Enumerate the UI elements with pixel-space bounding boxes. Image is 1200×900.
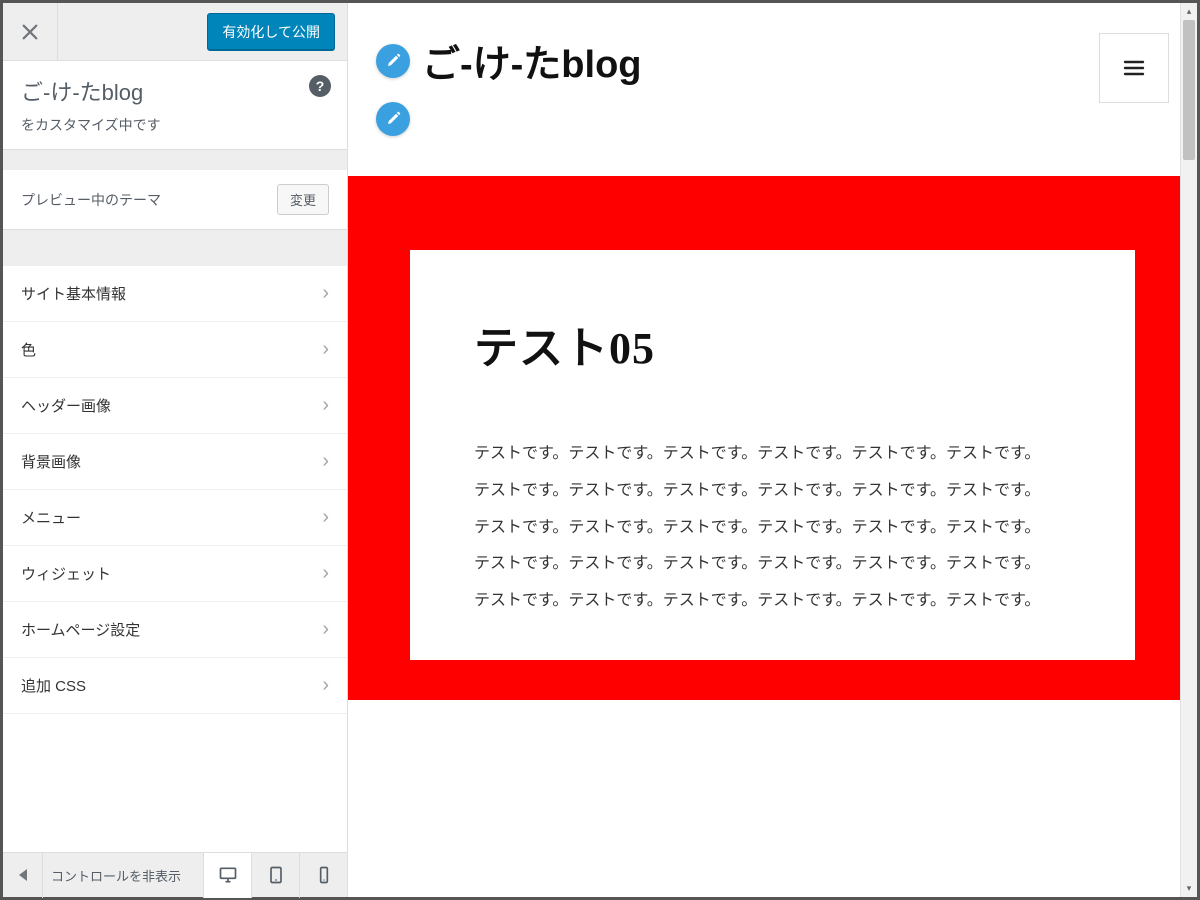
hamburger-icon (1122, 56, 1146, 80)
close-icon (21, 23, 39, 41)
panel-label: 追加 CSS (21, 675, 86, 696)
panel-colors[interactable]: 色 › (3, 322, 347, 378)
chevron-right-icon: › (322, 338, 329, 361)
scroll-up-icon: ▴ (1181, 3, 1197, 20)
blog-title[interactable]: ご-け-たblog (422, 33, 642, 88)
panel-background-image[interactable]: 背景画像 › (3, 434, 347, 490)
help-icon: ? (316, 78, 325, 94)
scroll-down-icon: ▾ (1181, 880, 1197, 897)
chevron-left-icon (19, 869, 27, 881)
device-mobile-button[interactable] (299, 853, 347, 898)
chevron-right-icon: › (322, 506, 329, 529)
sidebar-footer: コントロールを非表示 (3, 852, 347, 897)
edit-shortcut-title[interactable] (376, 44, 410, 78)
hamburger-menu-button[interactable] (1099, 33, 1169, 103)
panel-list: サイト基本情報 › 色 › ヘッダー画像 › 背景画像 › メニュー › ウィジ… (3, 265, 347, 852)
chevron-right-icon: › (322, 618, 329, 641)
scrollbar-thumb[interactable] (1183, 20, 1195, 160)
post-paragraph-line: テストです。テストです。テストです。テストです。テストです。テストです。 (474, 583, 1071, 620)
post-paragraph-line: テストです。テストです。テストです。テストです。テストです。テストです。 (474, 473, 1071, 510)
device-preview-buttons (203, 853, 347, 898)
site-title-row: ご-け-たblog (376, 33, 642, 88)
device-tablet-button[interactable] (251, 853, 299, 898)
panel-additional-css[interactable]: 追加 CSS › (3, 658, 347, 714)
customizer-sidebar: 有効化して公開 ご-け-たblog をカスタマイズ中です ? プレビュー中のテー… (3, 3, 348, 897)
preview-content: ご-け-たblog テスト05 テストです。テストです。テストです。テストです。… (348, 3, 1197, 897)
pencil-icon (385, 111, 401, 127)
post-paragraph-line: テストです。テストです。テストです。テストです。テストです。テストです。 (474, 510, 1071, 547)
chevron-right-icon: › (322, 282, 329, 305)
app-root: 有効化して公開 ご-け-たblog をカスタマイズ中です ? プレビュー中のテー… (0, 0, 1200, 900)
change-theme-button[interactable]: 変更 (277, 184, 329, 215)
post-body: テストです。テストです。テストです。テストです。テストです。テストです。 テスト… (474, 436, 1071, 620)
sidebar-top-bar: 有効化して公開 (3, 3, 347, 61)
site-header: ご-け-たblog (348, 3, 1197, 176)
post-title: テスト05 (474, 312, 1071, 376)
pencil-icon (385, 53, 401, 69)
help-button[interactable]: ? (309, 75, 331, 97)
collapse-sidebar-button[interactable] (3, 853, 43, 898)
preview-scrollbar[interactable]: ▴ ▾ (1180, 3, 1197, 897)
header-left: ご-け-たblog (376, 33, 642, 136)
mobile-icon (314, 865, 334, 885)
publish-button[interactable]: 有効化して公開 (207, 13, 335, 51)
customizing-label: をカスタマイズ中です (21, 115, 329, 135)
post-paragraph-line: テストです。テストです。テストです。テストです。テストです。テストです。 (474, 546, 1071, 583)
panel-label: サイト基本情報 (21, 283, 126, 304)
theme-row: プレビュー中のテーマ 変更 (3, 170, 347, 230)
chevron-right-icon: › (322, 394, 329, 417)
tablet-icon (266, 865, 286, 885)
content-background: テスト05 テストです。テストです。テストです。テストです。テストです。テストで… (348, 176, 1197, 700)
theme-preview-label: プレビュー中のテーマ (21, 190, 161, 210)
close-button[interactable] (3, 3, 58, 61)
panel-site-identity[interactable]: サイト基本情報 › (3, 265, 347, 322)
panel-label: 色 (21, 339, 36, 360)
post-paragraph-line: テストです。テストです。テストです。テストです。テストです。テストです。 (474, 436, 1071, 473)
panel-label: メニュー (21, 507, 81, 528)
chevron-right-icon: › (322, 562, 329, 585)
panel-header-image[interactable]: ヘッダー画像 › (3, 378, 347, 434)
edit-shortcut-tagline[interactable] (376, 102, 410, 136)
panel-menus[interactable]: メニュー › (3, 490, 347, 546)
post-card: テスト05 テストです。テストです。テストです。テストです。テストです。テストで… (410, 250, 1135, 660)
panel-label: ホームページ設定 (21, 619, 140, 640)
site-info-section: ご-け-たblog をカスタマイズ中です ? (3, 61, 347, 150)
site-title: ご-け-たblog (21, 75, 329, 107)
panel-label: 背景画像 (21, 451, 81, 472)
desktop-icon (218, 865, 238, 885)
preview-pane[interactable]: ご-け-たblog テスト05 テストです。テストです。テストです。テストです。… (348, 3, 1197, 897)
panel-label: ヘッダー画像 (21, 395, 111, 416)
chevron-right-icon: › (322, 450, 329, 473)
panel-widgets[interactable]: ウィジェット › (3, 546, 347, 602)
hide-controls-label: コントロールを非表示 (43, 866, 203, 885)
device-desktop-button[interactable] (203, 853, 251, 898)
panel-label: ウィジェット (21, 563, 111, 584)
chevron-right-icon: › (322, 674, 329, 697)
panel-homepage-settings[interactable]: ホームページ設定 › (3, 602, 347, 658)
